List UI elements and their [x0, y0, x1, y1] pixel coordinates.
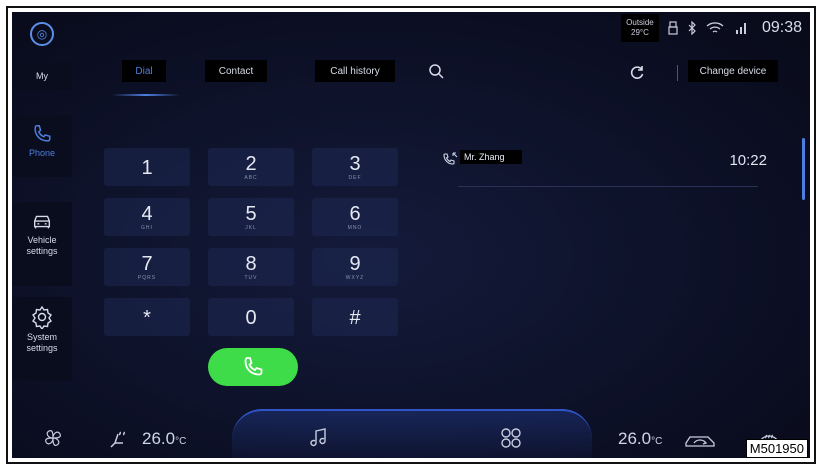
sidebar-item-phone[interactable]: Phone [12, 115, 72, 177]
key-digit: 9 [349, 253, 361, 275]
key-digit: 7 [141, 253, 153, 275]
outside-label: Outside [626, 18, 654, 27]
active-tab-indicator [112, 94, 180, 96]
signal-icon [735, 23, 746, 34]
status-bar: Outside 29°C 09:38 [620, 12, 810, 44]
key-2[interactable]: 2 ABC [208, 148, 294, 186]
usb-icon [668, 21, 678, 35]
phone-tabs: Dial Contact Call history Change device [112, 60, 802, 100]
sidebar: ◎ My Phone Vehicle settings System setti… [12, 12, 72, 387]
music-icon[interactable] [310, 427, 328, 449]
tab-dial[interactable]: Dial [122, 60, 166, 82]
car-icon [33, 215, 51, 229]
key-letters: ABC [244, 175, 258, 181]
tab-contact[interactable]: Contact [205, 60, 267, 82]
refresh-icon[interactable] [629, 64, 645, 80]
key-digit: 2 [245, 153, 257, 175]
scrollbar[interactable] [802, 138, 805, 200]
right-temperature[interactable]: 26.0°C [618, 429, 662, 449]
sidebar-item-label: Vehicle settings [26, 235, 58, 256]
key-digit: 6 [349, 203, 361, 225]
key-3[interactable]: 3 DEF [312, 148, 398, 186]
key-letters: DEF [348, 175, 362, 181]
key-digit: 1 [141, 157, 153, 179]
apps-grid-icon[interactable] [500, 427, 522, 449]
app-logo-icon[interactable]: ◎ [30, 22, 54, 46]
figure-code-label: M501950 [745, 439, 808, 458]
right-temp-value: 26.0 [618, 429, 652, 448]
left-temp-value: 26.0 [142, 429, 176, 448]
phone-icon [244, 357, 263, 376]
contact-name: Mr. Zhang [460, 150, 522, 164]
key-letters: JKL [245, 225, 257, 231]
clock: 09:38 [761, 19, 802, 36]
key-digit: 0 [245, 307, 257, 329]
missed-call-icon [443, 152, 458, 165]
sidebar-item-vehicle-settings[interactable]: Vehicle settings [12, 202, 72, 286]
key-7[interactable]: 7 PQRS [104, 248, 190, 286]
key-digit: 3 [349, 153, 361, 175]
phone-icon [34, 125, 51, 142]
seat-heat-icon[interactable] [108, 429, 130, 449]
key-1[interactable]: 1 [104, 148, 190, 186]
key-letters: MNO [347, 225, 363, 231]
left-temperature[interactable]: 26.0°C [142, 429, 186, 449]
key-letters: PQRS [137, 275, 157, 281]
key-digit: 4 [141, 203, 153, 225]
fan-icon[interactable] [42, 427, 64, 449]
key-6[interactable]: 6 MNO [312, 198, 398, 236]
outside-temperature: Outside 29°C [620, 14, 659, 42]
infotainment-screen: ◎ My Phone Vehicle settings System setti… [12, 12, 810, 458]
tab-call-history[interactable]: Call history [315, 60, 395, 82]
sidebar-item-my[interactable]: My [12, 62, 72, 90]
bluetooth-icon [688, 21, 696, 35]
key-letters: GHI [141, 225, 153, 231]
key-0[interactable]: 0 [208, 298, 294, 336]
sidebar-item-label: System settings [26, 332, 58, 353]
sidebar-item-label: My [36, 71, 48, 81]
key-letters: TUV [244, 275, 258, 281]
call-button[interactable] [208, 348, 298, 386]
key-hash[interactable]: # [312, 298, 398, 336]
key-letters: WXYZ [345, 275, 365, 281]
sidebar-item-label: Phone [28, 148, 56, 158]
climate-bar: 26.0°C 26.0°C [12, 387, 810, 458]
key-5[interactable]: 5 JKL [208, 198, 294, 236]
left-temp-unit: °C [175, 436, 187, 447]
sidebar-item-system-settings[interactable]: System settings [12, 297, 72, 381]
search-icon[interactable] [428, 63, 444, 79]
key-8[interactable]: 8 TUV [208, 248, 294, 286]
media-dock-arc [232, 409, 592, 458]
gear-icon [32, 305, 52, 329]
call-time: 10:22 [729, 152, 767, 169]
key-digit: * [143, 307, 151, 329]
key-9[interactable]: 9 WXYZ [312, 248, 398, 286]
key-star[interactable]: * [104, 298, 190, 336]
air-recirculation-icon[interactable] [684, 431, 718, 449]
key-digit: 5 [245, 203, 257, 225]
tab-divider [677, 65, 678, 81]
right-temp-unit: °C [651, 436, 663, 447]
key-digit: 8 [245, 253, 257, 275]
wifi-icon [706, 22, 724, 33]
key-digit: # [349, 307, 361, 329]
list-divider [458, 186, 758, 187]
change-device-button[interactable]: Change device [688, 60, 778, 82]
outside-temp-value: 29°C [631, 28, 649, 37]
key-4[interactable]: 4 GHI [104, 198, 190, 236]
